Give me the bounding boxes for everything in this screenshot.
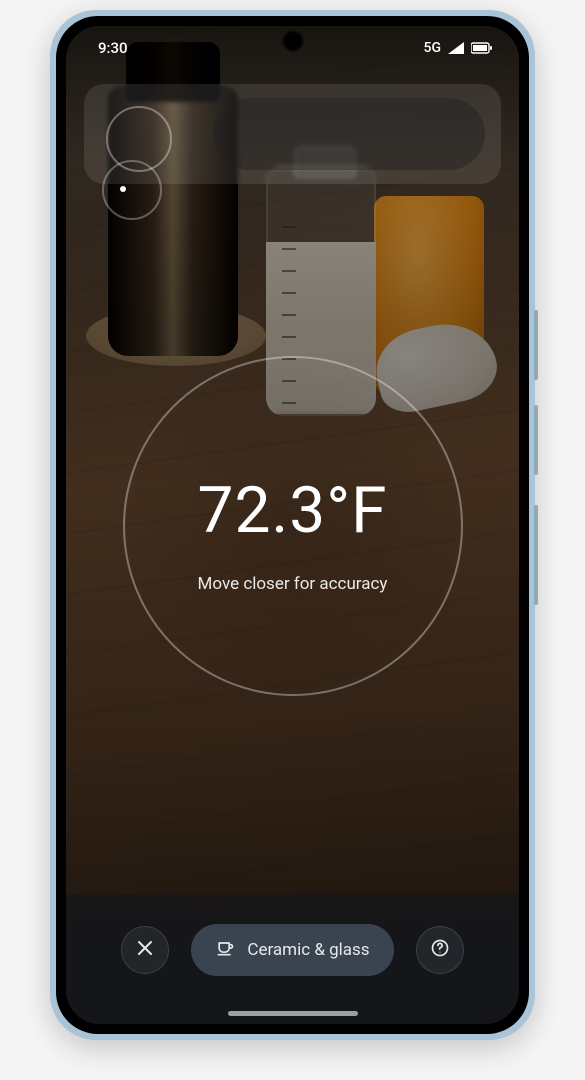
close-icon [135, 938, 155, 962]
accuracy-hint: Move closer for accuracy [198, 574, 388, 594]
screen: 9:30 5G 72.3°F Move closer f [66, 26, 519, 1024]
help-icon [430, 938, 450, 962]
close-button[interactable] [121, 926, 169, 974]
volume-up-button[interactable] [534, 310, 538, 380]
cup-icon [215, 938, 235, 963]
bottom-action-bar: Ceramic & glass [66, 894, 519, 1024]
network-type-label: 5G [424, 40, 442, 56]
lens-selector-dot [120, 186, 126, 192]
power-button[interactable] [534, 505, 538, 605]
status-time: 9:30 [98, 39, 128, 57]
signal-icon [447, 41, 465, 55]
battery-icon [471, 42, 493, 54]
help-button[interactable] [416, 926, 464, 974]
material-selector-button[interactable]: Ceramic & glass [191, 924, 393, 976]
gesture-nav-bar[interactable] [228, 1011, 358, 1016]
phone-bezel: 9:30 5G 72.3°F Move closer f [56, 16, 529, 1034]
lens-selector-overlay[interactable] [106, 106, 172, 172]
temperature-reading: 72.3°F [197, 473, 387, 548]
measurement-reticle: 72.3°F Move closer for accuracy [123, 356, 463, 696]
material-selector-label: Ceramic & glass [247, 940, 369, 960]
top-pill-placeholder[interactable] [213, 98, 485, 170]
status-right-cluster: 5G [424, 40, 494, 56]
phone-frame: 9:30 5G 72.3°F Move closer f [50, 10, 535, 1040]
volume-down-button[interactable] [534, 405, 538, 475]
front-camera-punch-hole [284, 32, 302, 50]
